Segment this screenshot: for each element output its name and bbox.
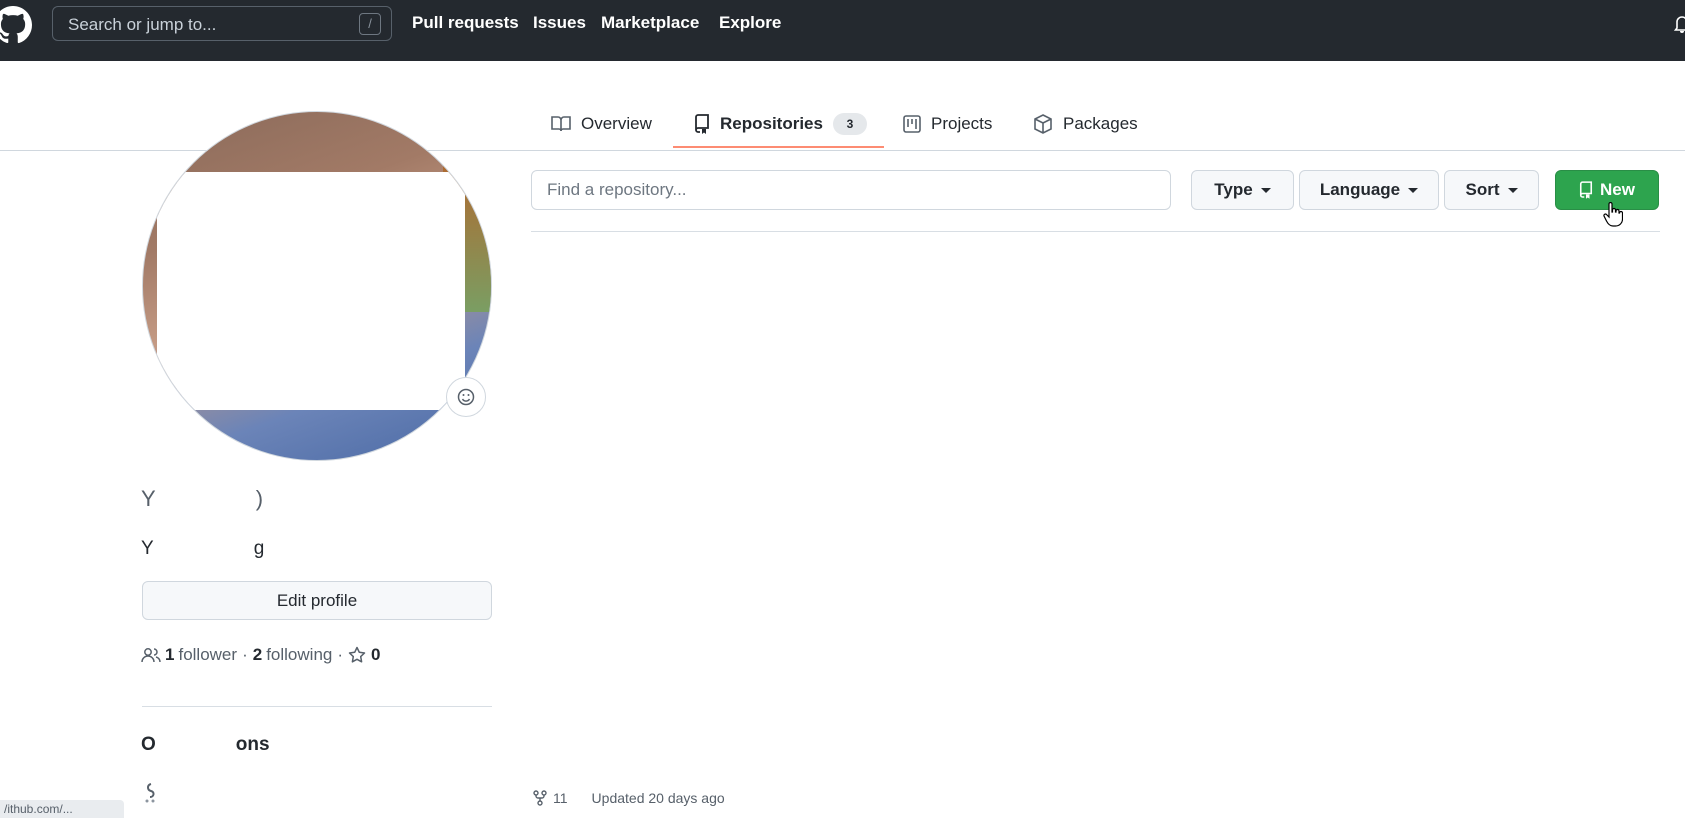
repo-item-meta: 11 Updated 20 days ago: [533, 790, 725, 806]
follow-stats: 1 follower · 2 following · 0: [141, 645, 385, 665]
tab-packages[interactable]: Packages: [1033, 107, 1138, 141]
nav-pull-requests[interactable]: Pull requests: [412, 13, 519, 33]
people-icon: [141, 648, 161, 663]
project-icon: [903, 115, 921, 133]
fullname-end: ): [255, 486, 264, 511]
tab-projects-label: Projects: [931, 114, 993, 133]
search-placeholder: Search or jump to...: [68, 15, 217, 34]
nav-marketplace[interactable]: Marketplace: [601, 13, 699, 33]
star-icon: [348, 646, 366, 663]
language-filter-label: Language: [1319, 180, 1401, 199]
following-link[interactable]: 2 following: [253, 645, 333, 665]
global-header: Search or jump to... / Pull requests Iss…: [0, 0, 1685, 61]
hand-pointer-cursor-icon: [1603, 202, 1623, 227]
organizations-heading: Oons: [141, 734, 270, 756]
repositories-counter-badge: 3: [832, 113, 867, 135]
stars-count: 0: [371, 645, 381, 664]
orgs-title-start: O: [141, 734, 156, 755]
nav-explore[interactable]: Explore: [719, 13, 781, 33]
nav-issues[interactable]: Issues: [533, 13, 586, 33]
tab-repositories[interactable]: Repositories 3: [694, 107, 867, 141]
repo-icon: [1579, 181, 1593, 199]
type-filter-label: Type: [1214, 180, 1253, 199]
language-filter-dropdown[interactable]: Language: [1299, 170, 1439, 210]
notification-bell-icon[interactable]: [1674, 14, 1685, 34]
tab-overview[interactable]: Overview: [551, 107, 652, 141]
caret-down-icon: [1408, 187, 1419, 193]
tab-projects[interactable]: Projects: [903, 107, 992, 141]
stat-separator: ·: [337, 645, 344, 664]
avatar-redaction: [157, 172, 465, 410]
followers-link[interactable]: 1 follower: [165, 645, 237, 665]
github-logo-icon[interactable]: [0, 6, 32, 44]
repo-list-divider: [531, 231, 1660, 232]
organization-avatar-icon[interactable]: [143, 782, 161, 804]
followers-count: 1: [165, 645, 175, 664]
tab-overview-label: Overview: [581, 114, 652, 133]
link-preview-statusbar: /ithub.com/...: [0, 800, 124, 818]
username-start: Y: [141, 538, 154, 559]
following-label: following: [266, 645, 333, 664]
sort-dropdown[interactable]: Sort: [1444, 170, 1539, 210]
global-search-input[interactable]: Search or jump to... /: [52, 6, 392, 41]
followers-label: follower: [178, 645, 238, 664]
package-icon: [1034, 114, 1052, 134]
username-end: g: [253, 538, 265, 559]
following-count: 2: [252, 645, 263, 664]
find-repository-input[interactable]: [531, 170, 1171, 210]
repo-updated-text: Updated 20 days ago: [591, 790, 725, 806]
profile-username: Yg: [141, 538, 264, 560]
profile-avatar[interactable]: [142, 111, 492, 461]
repo-icon: [695, 114, 709, 134]
smiley-icon: [457, 388, 475, 406]
stat-separator: ·: [242, 645, 248, 664]
profile-fullname: Y): [141, 486, 263, 512]
search-shortcut-key: /: [359, 13, 381, 35]
tab-packages-label: Packages: [1063, 114, 1138, 133]
stars-link[interactable]: 0: [348, 645, 384, 665]
caret-down-icon: [1507, 187, 1518, 193]
new-button-label: New: [1600, 180, 1635, 199]
type-filter-dropdown[interactable]: Type: [1191, 170, 1294, 210]
forks-count-link[interactable]: 11: [553, 790, 568, 806]
orgs-title-end: ons: [235, 734, 270, 755]
selected-tab-indicator: [673, 146, 884, 148]
fullname-start: Y: [141, 486, 156, 511]
fork-icon: [533, 790, 547, 806]
book-icon: [551, 116, 571, 132]
set-status-button[interactable]: [446, 377, 486, 417]
edit-profile-button[interactable]: Edit profile: [142, 581, 492, 620]
tab-repositories-label: Repositories: [720, 114, 823, 133]
sidebar-divider: [142, 706, 492, 707]
caret-down-icon: [1260, 187, 1271, 193]
sort-label: Sort: [1465, 180, 1500, 199]
